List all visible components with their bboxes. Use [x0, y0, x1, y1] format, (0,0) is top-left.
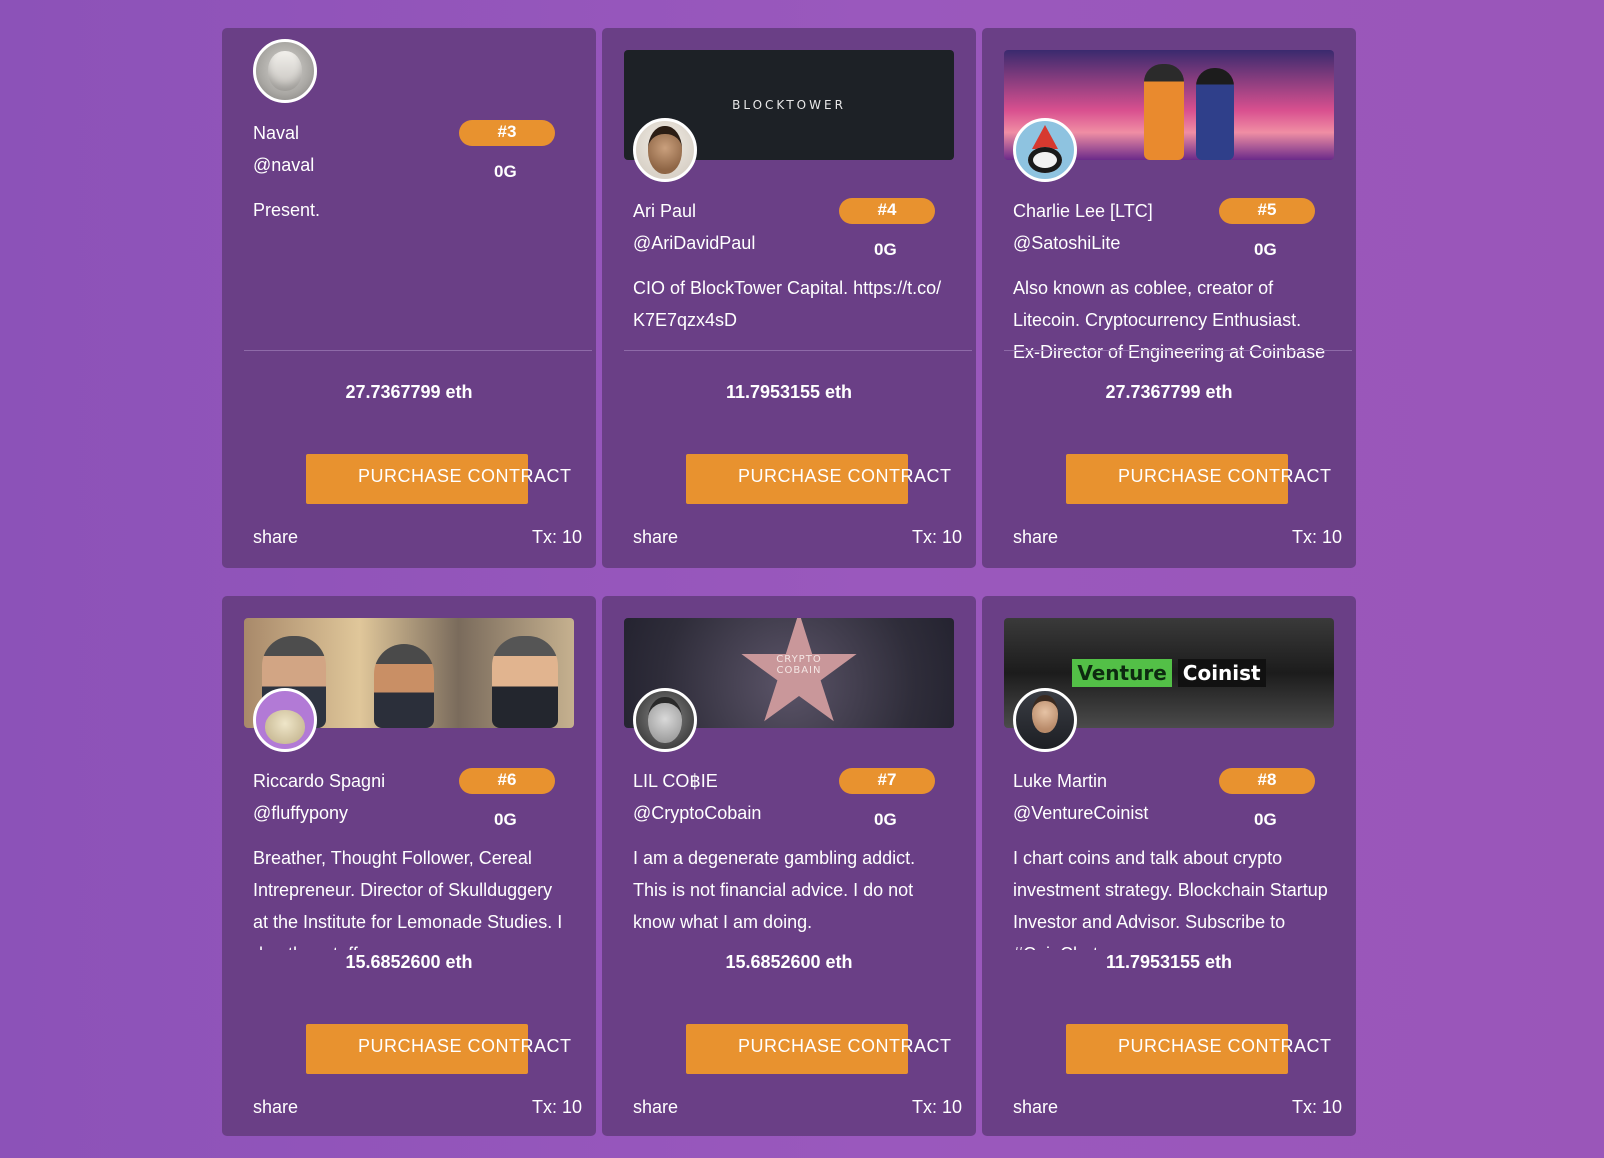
banner-star-text: CRYPTO COBAIN	[776, 654, 822, 676]
card-bio: Breather, Thought Follower, Cereal Intre…	[253, 848, 563, 950]
banner-logo-word-1: Venture	[1072, 659, 1172, 687]
card-name: Luke Martin	[1013, 771, 1108, 791]
card-bio: I am a degenerate gambling addict. This …	[633, 848, 916, 932]
banner-logo-word-2: Coinist	[1177, 659, 1266, 687]
card-handle[interactable]: @SatoshiLite	[1013, 233, 1120, 254]
card-divider	[244, 350, 592, 351]
gnome-face-icon	[1028, 147, 1062, 173]
card-divider	[1004, 350, 1352, 351]
tx-count: Tx: 10	[531, 527, 582, 547]
share-link[interactable]: share	[1013, 1097, 1058, 1118]
purchase-button-label[interactable]: PURCHASE CONTRACT	[358, 466, 572, 487]
card-handle[interactable]: @naval	[253, 155, 314, 176]
share-link[interactable]: share	[1013, 527, 1058, 548]
person-face-icon	[648, 697, 682, 743]
card-price: 15.6852600 eth	[345, 952, 473, 972]
rank-badge: #4	[839, 198, 935, 224]
purchase-contract-button[interactable]: PURCHASE CONTRACT	[686, 454, 951, 504]
purchase-button-label[interactable]: PURCHASE CONTRACT	[738, 466, 952, 487]
gnome-hat-icon	[1032, 125, 1058, 149]
purchase-contract-button[interactable]: PURCHASE CONTRACT	[306, 1024, 571, 1074]
card-name: Charlie Lee [LTC]	[1013, 201, 1153, 221]
card-handle[interactable]: @AriDavidPaul	[633, 233, 755, 254]
card-price: 11.7953155 eth	[725, 382, 853, 402]
sunglasses-person-avatar[interactable]	[633, 688, 697, 752]
banner-character-left	[1144, 64, 1184, 160]
contract-card: CRYPTO COBAIN LIL CO฿IE #7 @CryptoCobain…	[602, 596, 976, 1136]
purchase-contract-button[interactable]: PURCHASE CONTRACT	[306, 454, 571, 504]
purchase-button-label[interactable]: PURCHASE CONTRACT	[738, 1036, 952, 1057]
banner-person-2	[374, 644, 434, 728]
generation-label: 0G	[874, 810, 897, 829]
rank-badge: #3	[459, 120, 555, 146]
purchase-button-label[interactable]: PURCHASE CONTRACT	[1118, 1036, 1332, 1057]
tx-count: Tx: 10	[1291, 527, 1342, 547]
card-price: 27.7367799 eth	[345, 382, 473, 402]
generation-label: 0G	[1254, 240, 1277, 259]
robot-face-avatar[interactable]	[253, 39, 317, 103]
rank-badge: #8	[1219, 768, 1315, 794]
card-divider	[624, 350, 972, 351]
tx-count: Tx: 10	[1291, 1097, 1342, 1117]
purchase-button-label[interactable]: PURCHASE CONTRACT	[358, 1036, 572, 1057]
contract-card: Venture Coinist Luke Martin #8 @VentureC…	[982, 596, 1356, 1136]
tx-count: Tx: 10	[911, 527, 962, 547]
person-face-icon	[648, 126, 682, 174]
card-bio: Present.	[253, 200, 321, 220]
person-suit-avatar[interactable]	[1013, 688, 1077, 752]
card-bio: CIO of BlockTower Capital. https://t.co/…	[633, 278, 942, 330]
card-price: 27.7367799 eth	[1105, 382, 1233, 402]
card-name: Naval	[253, 123, 300, 143]
generation-label: 0G	[1254, 810, 1277, 829]
cartoon-pony-avatar[interactable]	[253, 688, 317, 752]
rank-badge: #5	[1219, 198, 1315, 224]
contract-card: Riccardo Spagni #6 @fluffypony 0G Breath…	[222, 596, 596, 1136]
generation-label: 0G	[494, 162, 517, 181]
tx-count: Tx: 10	[531, 1097, 582, 1117]
card-price: 11.7953155 eth	[1105, 952, 1233, 972]
cartoon-gnome-avatar[interactable]	[1013, 118, 1077, 182]
card-handle[interactable]: @CryptoCobain	[633, 803, 761, 824]
card-name: Ari Paul	[633, 201, 697, 221]
rank-badge: #7	[839, 768, 935, 794]
robot-face-icon	[268, 51, 302, 91]
purchase-button-label[interactable]: PURCHASE CONTRACT	[1118, 466, 1332, 487]
card-bio: I chart coins and talk about crypto inve…	[1013, 848, 1328, 950]
rank-badge: #6	[459, 768, 555, 794]
person-photo-avatar[interactable]	[633, 118, 697, 182]
card-bio: Also known as coblee, creator of Litecoi…	[1013, 278, 1326, 362]
purchase-contract-button[interactable]: PURCHASE CONTRACT	[686, 1024, 951, 1074]
card-handle[interactable]: @VentureCoinist	[1013, 803, 1148, 824]
purchase-contract-button[interactable]: PURCHASE CONTRACT	[1066, 1024, 1331, 1074]
tx-count: Tx: 10	[911, 1097, 962, 1117]
contract-card: BLOCKTOWER Ari Paul #4 @AriDavidPaul 0G …	[602, 28, 976, 568]
generation-label: 0G	[494, 810, 517, 829]
card-name: LIL CO฿IE	[633, 771, 718, 791]
purchase-contract-button[interactable]: PURCHASE CONTRACT	[1066, 454, 1331, 504]
person-face-icon	[1032, 695, 1058, 734]
banner-character-right	[1196, 68, 1234, 160]
generation-label: 0G	[874, 240, 897, 259]
card-handle[interactable]: @fluffypony	[253, 803, 348, 824]
contract-card: Naval #3 @naval 0G Present. 27.7367799 e…	[222, 28, 596, 568]
banner-person-3	[492, 636, 558, 728]
share-link[interactable]: share	[253, 1097, 298, 1118]
card-name: Riccardo Spagni	[253, 771, 386, 791]
contract-card: Charlie Lee [LTC] #5 @SatoshiLite 0G Als…	[982, 28, 1356, 568]
share-link[interactable]: share	[253, 527, 298, 548]
share-link[interactable]: share	[633, 527, 678, 548]
card-price: 15.6852600 eth	[725, 952, 853, 972]
pony-face-icon	[265, 709, 305, 744]
share-link[interactable]: share	[633, 1097, 678, 1118]
